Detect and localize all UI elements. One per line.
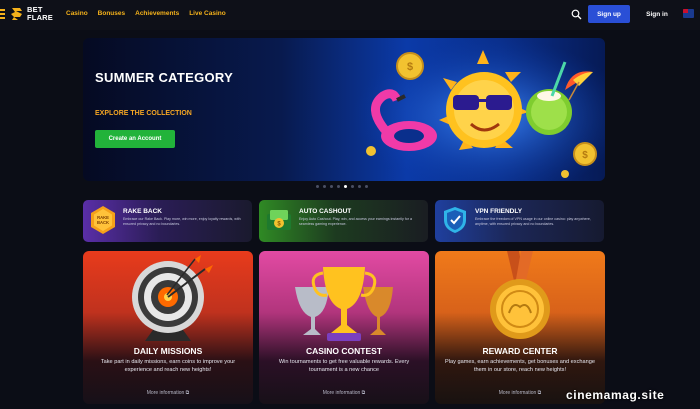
cashout-icon: $	[267, 210, 291, 230]
hero-banner[interactable]: SUMMER CATEGORY EXPLORE THE COLLECTION C…	[83, 38, 605, 181]
search-icon[interactable]	[571, 9, 582, 20]
create-account-button[interactable]: Create an Account	[95, 130, 175, 148]
external-link-icon: ⧉	[185, 390, 190, 396]
hero-illustration: $ $	[353, 38, 605, 181]
carousel-dot-active[interactable]	[344, 185, 347, 188]
card-description: Play games, earn achievements, get bonus…	[445, 359, 595, 373]
hero-title: SUMMER CATEGORY	[95, 70, 234, 85]
feature-vpn-friendly[interactable]: VPN FRIENDLY Embrace the freedom of VPN …	[435, 200, 604, 242]
carousel-dot[interactable]	[330, 185, 333, 188]
card-description: Win tournaments to get free valuable rew…	[278, 359, 410, 373]
feature-title: AUTO CASHOUT	[299, 208, 352, 215]
carousel-dot[interactable]	[337, 185, 340, 188]
svg-text:$: $	[407, 61, 413, 73]
signup-button[interactable]: Sign up	[588, 5, 630, 23]
watermark: cinemamag.site	[566, 388, 665, 402]
feature-description: Embrace the freedom of VPN usage in our …	[475, 217, 591, 226]
rake-back-badge-icon: RAKE BACK	[91, 206, 115, 234]
feature-rake-back[interactable]: RAKE BACK RAKE BACK Embrace our Rake Bac…	[83, 200, 252, 242]
main-nav: Casino Bonuses Achievements Live Casino	[66, 10, 226, 17]
card-description: Take part in daily missions, earn coins …	[100, 359, 236, 373]
link-label: More information	[322, 390, 361, 396]
feature-title: VPN FRIENDLY	[475, 208, 523, 215]
nav-achievements[interactable]: Achievements	[135, 10, 179, 17]
hero-subtitle[interactable]: EXPLORE THE COLLECTION	[95, 110, 192, 117]
more-information-link[interactable]: More information ⧉	[83, 390, 253, 396]
carousel-dot[interactable]	[351, 185, 354, 188]
feature-title: RAKE BACK	[123, 208, 162, 215]
external-link-icon: ⧉	[361, 390, 366, 396]
logo-flame-icon	[11, 8, 22, 20]
shield-icon	[444, 207, 466, 233]
badge-line2: BACK	[97, 220, 109, 225]
carousel-dot[interactable]	[358, 185, 361, 188]
nav-live-casino[interactable]: Live Casino	[189, 10, 225, 17]
carousel-dot[interactable]	[365, 185, 368, 188]
medal-icon	[490, 251, 550, 339]
menu-icon[interactable]	[0, 9, 5, 19]
more-information-link[interactable]: More information ⧉	[259, 390, 429, 396]
nav-bonuses[interactable]: Bonuses	[98, 10, 125, 17]
card-daily-missions[interactable]: DAILY MISSIONS Take part in daily missio…	[83, 251, 253, 404]
feature-auto-cashout[interactable]: $ AUTO CASHOUT Enjoy Auto Cashout. Play,…	[259, 200, 428, 242]
card-title: REWARD CENTER	[482, 346, 558, 356]
link-label: More information	[146, 390, 185, 396]
feature-description: Enjoy Auto Cashout. Play, win, and acces…	[299, 217, 412, 226]
carousel-dot[interactable]	[316, 185, 319, 188]
trophy-icon	[295, 267, 393, 341]
svg-text:$: $	[582, 150, 588, 161]
flag-icon[interactable]	[683, 9, 694, 18]
card-reward-center[interactable]: REWARD CENTER Play games, earn achieveme…	[435, 251, 605, 404]
top-bar: BET FLARE Casino Bonuses Achievements Li…	[0, 0, 700, 30]
carousel-dot[interactable]	[323, 185, 326, 188]
logo[interactable]: BET FLARE	[10, 6, 53, 22]
target-icon	[132, 255, 213, 341]
logo-line2: FLARE	[27, 13, 53, 22]
logo-text: BET FLARE	[27, 6, 53, 22]
card-title: CASINO CONTEST	[305, 346, 383, 356]
card-casino-contest[interactable]: CASINO CONTEST Win tournaments to get fr…	[259, 251, 429, 404]
coin-icon: $	[396, 52, 424, 80]
feature-description: Embrace our Rake Back. Play more, win mo…	[123, 217, 241, 226]
coin-icon: $	[573, 142, 597, 166]
signin-button[interactable]: Sign in	[640, 5, 674, 23]
carousel-dots	[316, 185, 368, 188]
external-link-icon: ⧉	[537, 390, 542, 396]
link-label: More information	[498, 390, 537, 396]
nav-casino[interactable]: Casino	[66, 10, 88, 17]
card-title: DAILY MISSIONS	[133, 346, 203, 356]
